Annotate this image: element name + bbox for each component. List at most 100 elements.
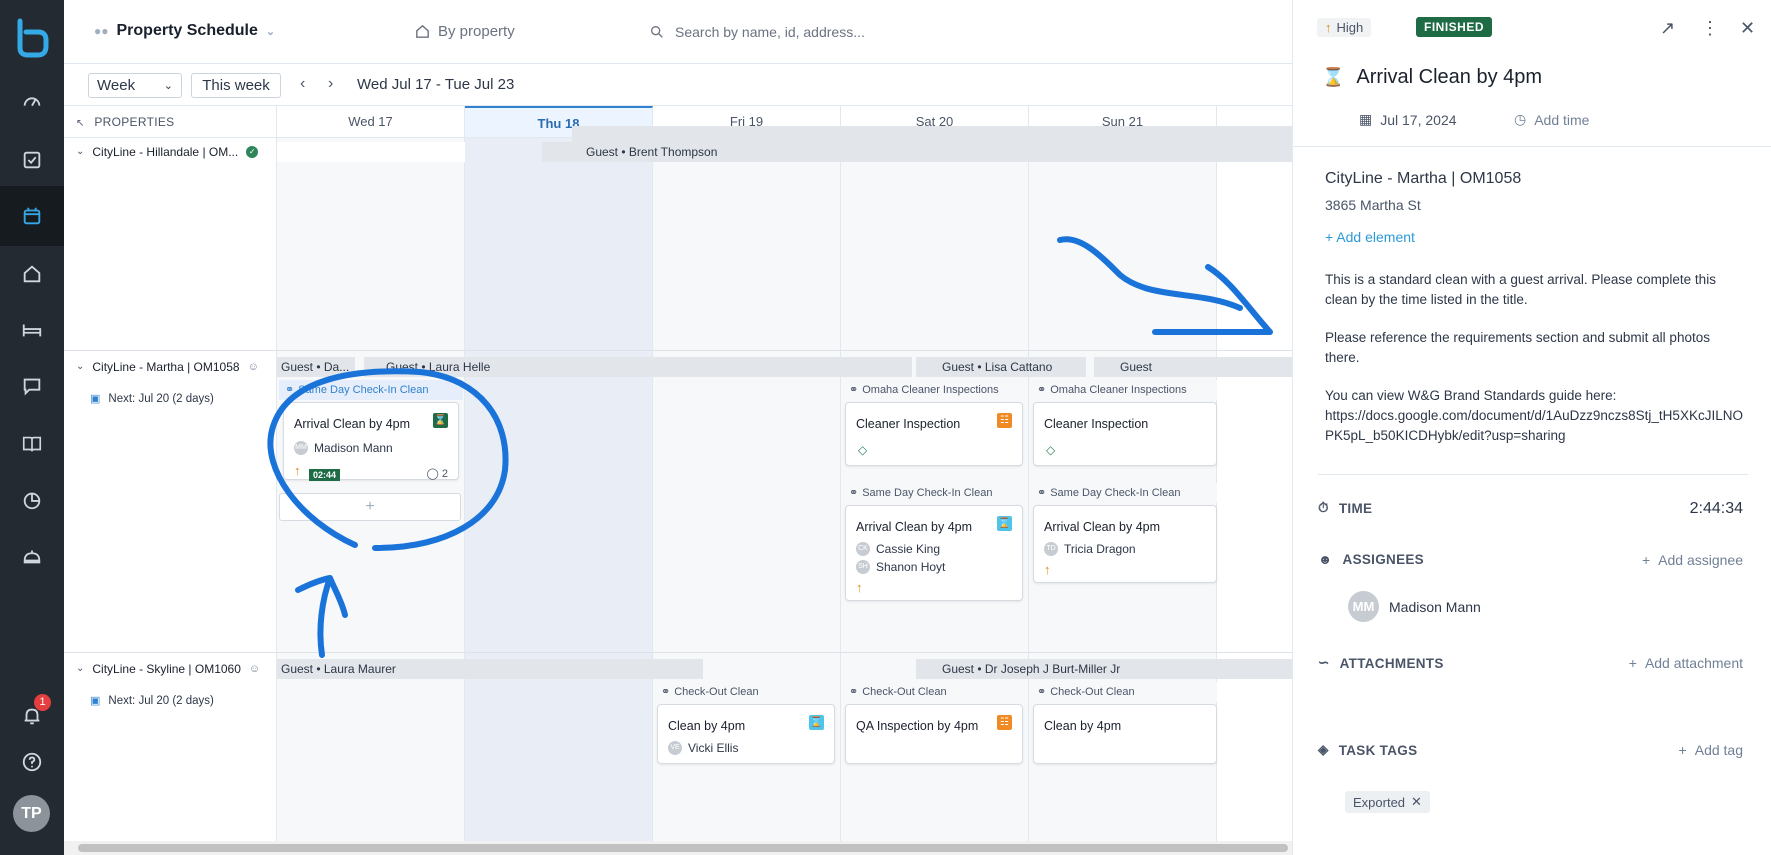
remove-tag-icon[interactable]: ✕ [1411, 794, 1422, 810]
task-card[interactable]: Arrival Clean by 4pm ⌛ MM Madison Mann ↑… [283, 402, 459, 481]
property-address: 3865 Martha St [1325, 197, 1421, 213]
task-group-name: Same Day Check-In Clean [298, 384, 429, 396]
property-name: CityLine - Hillandale | OM... [92, 145, 239, 159]
task-title-text[interactable]: Arrival Clean by 4pm [1356, 66, 1542, 89]
comment-icon: ◯ [426, 468, 439, 480]
add-tag-button[interactable]: + Add tag [1679, 742, 1743, 758]
task-tag-label: Exported [1353, 794, 1406, 810]
next-checkin: ▣ Next: Jul 20 (2 days) [90, 694, 214, 708]
task-assignee: TD Tricia Dragon [1044, 542, 1136, 556]
calendar-icon[interactable] [0, 186, 64, 246]
task-group-label[interactable]: ⚭ Check-Out Clean [1031, 682, 1217, 702]
add-task-button[interactable]: + [279, 493, 461, 521]
chat-icon[interactable] [0, 356, 64, 416]
add-time-button[interactable]: ◷ Add time [1514, 111, 1589, 128]
guest-bar[interactable]: Guest • Da... [277, 357, 355, 377]
assignees-section: ☻ ASSIGNEES [1318, 552, 1424, 567]
divider [1318, 474, 1748, 475]
task-card[interactable]: Cleaner Inspection ◇ [1033, 402, 1217, 466]
add-assignee-button[interactable]: + Add assignee [1642, 552, 1743, 568]
left-nav: 1 TP [0, 0, 64, 855]
task-group-name: Check-Out Clean [1050, 686, 1135, 698]
next-week-icon[interactable]: › [328, 75, 333, 93]
task-card[interactable]: Clean by 4pm ⌛ VE Vicki Ellis [657, 704, 835, 764]
task-group-label[interactable]: ⚭ Omaha Cleaner Inspections [1031, 380, 1217, 400]
page-title-dropdown[interactable]: ●● Property Schedule ⌄ [94, 22, 275, 40]
paperclip-icon: ∽ [1318, 655, 1330, 670]
period-select[interactable]: Week ⌄ [88, 73, 182, 98]
workflow-icon: ⚭ [1037, 686, 1047, 698]
home-icon[interactable] [0, 244, 64, 304]
day-column-today [465, 138, 653, 841]
bed-icon: ▣ [90, 393, 101, 405]
task-title: Clean by 4pm [1044, 719, 1122, 733]
more-options-icon[interactable]: ⋮ [1701, 18, 1719, 39]
task-card[interactable]: Arrival Clean by 4pm ⌛ CK Cassie King SH… [845, 505, 1023, 601]
assignee-avatar: SH [856, 560, 870, 574]
hourglass-icon: ⌛ [433, 413, 448, 428]
assignee-name: Vicki Ellis [688, 741, 739, 755]
task-card[interactable]: Clean by 4pm [1033, 704, 1217, 764]
property-name: CityLine - Martha | OM1058 [92, 360, 240, 374]
chevron-down-icon: ⌄ [76, 663, 85, 674]
task-date[interactable]: ▦ Jul 17, 2024 [1359, 111, 1457, 128]
search-input[interactable] [675, 24, 1035, 40]
task-group-label[interactable]: ⚭ Omaha Cleaner Inspections [843, 380, 1027, 400]
task-card[interactable]: QA Inspection by 4pm ☷ [845, 704, 1023, 764]
brand-standards-link[interactable]: https://docs.google.com/document/d/1AuDz… [1325, 406, 1745, 445]
guest-bar[interactable]: Guest [1094, 357, 1292, 377]
task-card[interactable]: Cleaner Inspection ☷ ◇ [845, 402, 1023, 466]
task-group-label[interactable]: ⚭ Same Day Check-In Clean [843, 483, 1027, 503]
guest-bar[interactable]: Guest • Laura Helle [364, 357, 912, 377]
task-title: Clean by 4pm [668, 719, 746, 733]
guest-bar[interactable]: Guest • Dr Joseph J Burt-Miller Jr [916, 659, 1292, 679]
guest-bar[interactable]: Guest • Brent Thompson [542, 142, 1292, 162]
properties-header[interactable]: ↖ PROPERTIES [64, 106, 277, 138]
task-card[interactable]: Arrival Clean by 4pm TD Tricia Dragon ↑ [1033, 505, 1217, 583]
chevron-down-icon: ⌄ [265, 25, 276, 38]
task-group-label[interactable]: ⚭ Check-Out Clean [843, 682, 1027, 702]
tasks-checkbox-icon[interactable] [0, 130, 64, 190]
task-group-label[interactable]: ⚭ Check-Out Clean [655, 682, 839, 702]
pie-chart-icon[interactable] [0, 470, 64, 530]
assignee-name: Madison Mann [1389, 598, 1481, 615]
status-badge[interactable]: FINISHED [1416, 17, 1493, 37]
this-week-button[interactable]: This week [191, 73, 281, 98]
property-row-label[interactable]: ⌄ CityLine - Martha | OM1058 ☺ [64, 353, 277, 381]
guest-bar[interactable]: Guest • Laura Maurer [277, 659, 703, 679]
guest-bar[interactable]: Guest • Lisa Cattano [916, 357, 1086, 377]
dashboard-icon[interactable] [0, 72, 64, 132]
user-avatar[interactable]: TP [13, 795, 50, 832]
task-group-label[interactable]: ⚭ Same Day Check-In Clean [279, 380, 463, 400]
task-assignee: MM Madison Mann [294, 441, 393, 455]
comment-count: ◯ 2 [427, 467, 449, 480]
property-name[interactable]: CityLine - Martha | OM1058 [1325, 170, 1521, 188]
task-title: Arrival Clean by 4pm [856, 520, 973, 534]
task-title: Arrival Clean by 4pm [1044, 520, 1161, 534]
horizontal-scrollbar[interactable] [64, 841, 1292, 855]
clipboard-icon: ☷ [997, 715, 1012, 730]
task-group-name: Omaha Cleaner Inspections [862, 384, 999, 396]
add-attachment-button[interactable]: + Add attachment [1629, 655, 1743, 671]
scrollbar-thumb[interactable] [78, 844, 1288, 852]
add-element-link[interactable]: + Add element [1325, 229, 1415, 245]
assignee-item[interactable]: MM Madison Mann [1348, 591, 1481, 622]
schedule-grid: ↖ PROPERTIES Wed 17 Thu 18 Fri 19 Sat 20… [64, 106, 1292, 841]
book-icon[interactable] [0, 414, 64, 474]
brand-logo-icon[interactable] [14, 18, 50, 58]
service-bell-icon[interactable] [0, 526, 64, 586]
view-mode-toggle[interactable]: By property [414, 23, 515, 40]
open-external-icon[interactable]: ↗ [1660, 18, 1675, 39]
help-icon[interactable] [0, 732, 64, 792]
house-icon [416, 24, 429, 38]
attachments-label: ATTACHMENTS [1339, 655, 1444, 671]
priority-badge[interactable]: ↑ High [1317, 18, 1372, 37]
close-icon[interactable]: ✕ [1740, 18, 1755, 39]
property-row-label[interactable]: ⌄ CityLine - Hillandale | OM... ✓ [64, 138, 277, 166]
priority-up-icon: ↑ [1044, 562, 1051, 577]
task-group-label[interactable]: ⚭ Same Day Check-In Clean [1031, 483, 1217, 503]
previous-week-icon[interactable]: ‹ [300, 75, 305, 93]
bed-icon[interactable] [0, 300, 64, 360]
property-row-label[interactable]: ⌄ CityLine - Skyline | OM1060 ☺ [64, 655, 277, 683]
hourglass-icon: ⌛ [997, 516, 1012, 531]
